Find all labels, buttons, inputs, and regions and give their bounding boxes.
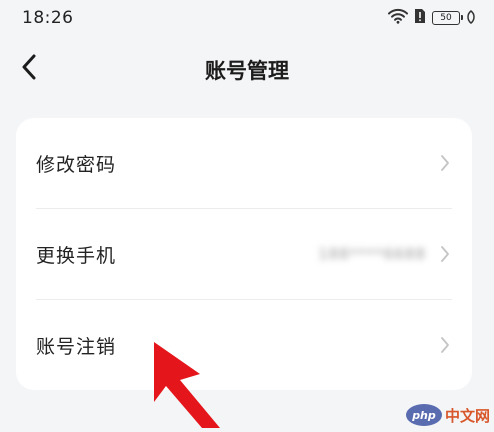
status-icons: 50 xyxy=(388,8,476,28)
settings-item-change-phone[interactable]: 更换手机 188****6688 xyxy=(36,208,452,299)
settings-item-label: 账号注销 xyxy=(36,335,117,358)
settings-item-label: 修改密码 xyxy=(36,153,117,176)
settings-item-label: 更换手机 xyxy=(36,244,117,267)
account-settings-card: 修改密码 更换手机 188****6688 账号注销 xyxy=(16,118,472,390)
settings-item-delete-account[interactable]: 账号注销 xyxy=(36,299,452,390)
php-logo-icon: php xyxy=(405,404,442,426)
settings-item-right xyxy=(438,336,452,354)
wifi-icon xyxy=(388,8,408,28)
status-time: 18:26 xyxy=(22,8,74,28)
status-bar: 18:26 50 xyxy=(0,0,494,36)
nav-header: 账号管理 xyxy=(0,44,494,94)
chevron-right-icon xyxy=(438,336,452,354)
settings-item-right xyxy=(438,154,452,172)
page-title: 账号管理 xyxy=(205,59,289,83)
chevron-right-icon xyxy=(438,245,452,263)
charging-leaf-icon xyxy=(466,9,476,28)
settings-item-right: 188****6688 xyxy=(318,245,452,263)
battery-icon: 50 xyxy=(432,11,463,25)
phone-number-value: 188****6688 xyxy=(318,245,426,263)
sim-alert-icon xyxy=(414,8,426,28)
settings-item-change-password[interactable]: 修改密码 xyxy=(36,118,452,208)
chevron-right-icon xyxy=(438,154,452,172)
watermark-text: 中文网 xyxy=(444,406,490,425)
watermark: php 中文网 xyxy=(405,404,490,426)
